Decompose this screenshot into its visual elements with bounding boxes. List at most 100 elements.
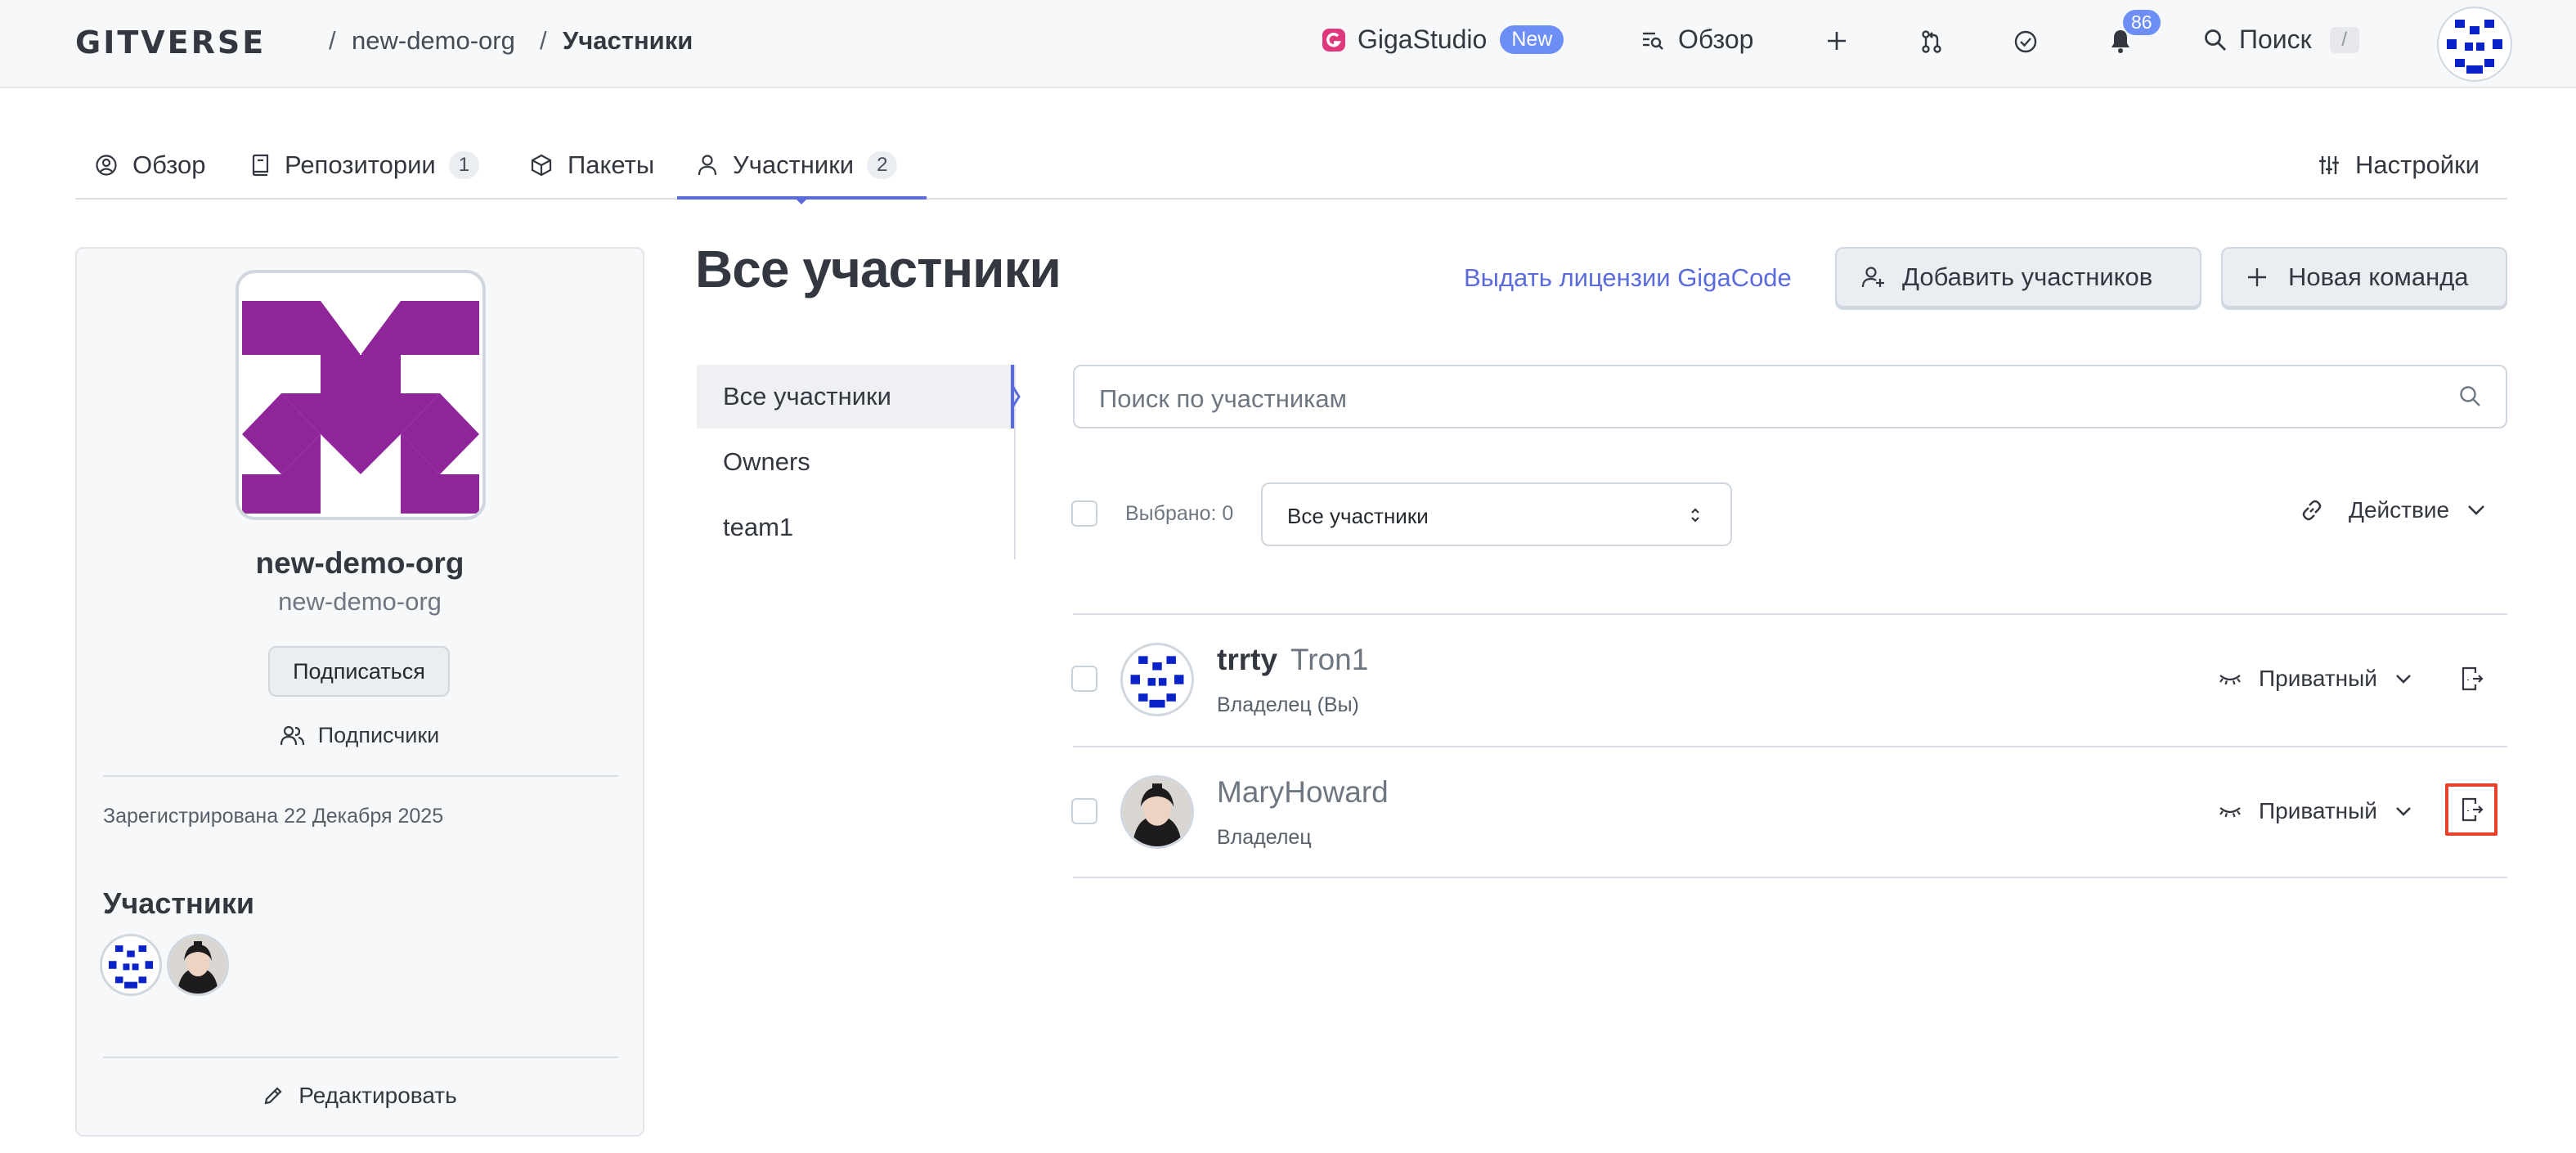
tab-label: Участники <box>733 150 855 179</box>
search-label: Поиск <box>2239 25 2312 54</box>
visibility-label: Приватный <box>2259 798 2377 823</box>
new-team-button[interactable]: Новая команда <box>2221 247 2507 307</box>
visibility-dropdown[interactable]: Приватный <box>2218 666 2412 692</box>
gigastudio-link[interactable]: GigaStudio New <box>1322 25 1564 55</box>
member-login[interactable]: MaryHoward <box>1217 775 1389 809</box>
overview-label: Обзор <box>1678 25 1754 54</box>
plus-icon[interactable] <box>1825 29 1848 52</box>
tab-label: Обзор <box>132 150 206 179</box>
member-name[interactable]: MaryHoward <box>1217 775 1389 810</box>
divider <box>103 775 618 777</box>
package-icon <box>530 154 553 177</box>
member-search-input[interactable]: Поиск по участникам <box>1073 365 2507 428</box>
search-button[interactable]: Поиск / <box>2203 25 2359 55</box>
notifications-count: 86 <box>2123 10 2161 35</box>
action-dropdown[interactable]: Действие <box>2300 497 2485 523</box>
breadcrumb-separator: / <box>329 26 336 55</box>
visibility-dropdown[interactable]: Приватный <box>2218 798 2412 824</box>
repo-count-badge: 1 <box>448 151 480 179</box>
org-avatar <box>236 270 486 520</box>
members-count-badge: 2 <box>867 151 898 179</box>
followers-link[interactable]: Подписчики <box>77 723 643 748</box>
member-avatar[interactable] <box>1120 643 1194 716</box>
gigastudio-icon <box>1322 28 1346 52</box>
filter-value: Все участники <box>1287 504 1429 528</box>
overview-link[interactable]: Обзор <box>1640 25 1753 55</box>
visibility-label: Приватный <box>2259 666 2377 691</box>
member-role: Владелец <box>1217 826 1312 849</box>
edit-label: Редактировать <box>298 1083 457 1108</box>
subnav-caret <box>1011 385 1021 408</box>
tab-settings[interactable]: Настройки <box>2318 150 2480 180</box>
tab-repositories[interactable]: Репозитории 1 <box>250 150 480 180</box>
check-circle-icon[interactable] <box>2013 29 2038 54</box>
new-badge: New <box>1500 25 1564 54</box>
top-bar: GITVERSE / new-demo-org / Участники Giga… <box>0 0 2576 88</box>
member-name[interactable]: trrty Tron1 <box>1217 643 1368 677</box>
new-team-label: Новая команда <box>2288 262 2469 291</box>
action-label: Действие <box>2349 497 2450 523</box>
link-icon <box>2300 498 2324 523</box>
leave-org-button[interactable] <box>2445 653 2497 705</box>
plus-icon <box>2247 267 2267 287</box>
member-full-name: Tron1 <box>1290 643 1369 676</box>
breadcrumb-current: Участники <box>563 26 693 55</box>
tab-label: Пакеты <box>568 150 655 179</box>
list-search-icon <box>1640 28 1665 52</box>
subnav-item-all-members[interactable]: Все участники <box>697 365 1014 428</box>
gitverse-logo[interactable]: GITVERSE <box>75 25 266 61</box>
member-role: Владелец (Вы) <box>1217 693 1359 716</box>
sliders-icon <box>2318 154 2340 177</box>
org-profile-card: new-demo-org new-demo-org Подписаться По… <box>75 247 644 1137</box>
member-avatar-maryhoward[interactable] <box>167 934 229 996</box>
registered-date: Зарегистрирована 22 Декабря 2025 <box>103 805 444 828</box>
remove-member-button[interactable] <box>2445 783 2497 836</box>
selected-count: Выбрано: 0 <box>1125 502 1234 525</box>
eye-closed-icon <box>2218 671 2242 687</box>
row-checkbox[interactable] <box>1071 666 1097 692</box>
door-exit-icon <box>2459 796 2484 823</box>
user-avatar[interactable] <box>2437 7 2512 82</box>
row-divider <box>1073 746 2507 747</box>
active-tab-caret <box>793 196 810 204</box>
member-avatar[interactable] <box>1120 775 1194 849</box>
search-icon <box>2458 384 2483 409</box>
divider <box>103 1057 618 1058</box>
members-subnav: Все участники Owners team1 <box>697 365 1016 559</box>
breadcrumb-separator: / <box>540 26 547 55</box>
member-login[interactable]: trrty <box>1217 643 1277 676</box>
gigastudio-label: GigaStudio <box>1358 25 1488 54</box>
add-members-button[interactable]: Добавить участников <box>1835 247 2201 307</box>
row-checkbox[interactable] <box>1071 798 1097 824</box>
user-circle-icon <box>95 154 118 177</box>
member-avatar-trrty[interactable] <box>100 934 162 996</box>
tab-label: Репозитории <box>285 150 436 179</box>
select-all-checkbox[interactable] <box>1071 500 1097 527</box>
pencil-icon <box>263 1085 284 1106</box>
add-members-label: Добавить участников <box>1902 262 2153 291</box>
tab-overview[interactable]: Обзор <box>95 150 206 180</box>
org-tabs: Обзор Репозитории 1 Пакеты Участники 2 Н… <box>75 131 2507 200</box>
door-exit-icon <box>2459 666 2484 692</box>
person-icon <box>697 154 718 177</box>
subnav-item-team1[interactable]: team1 <box>697 496 1014 559</box>
search-icon <box>2203 28 2228 52</box>
member-filter-select[interactable]: Все участники <box>1261 482 1732 546</box>
book-icon <box>250 154 270 177</box>
subnav-item-owners[interactable]: Owners <box>697 430 1014 494</box>
chevron-down-icon <box>2395 806 2412 816</box>
subscribe-button[interactable]: Подписаться <box>268 646 450 697</box>
gigacode-license-link[interactable]: Выдать лицензии GigaCode <box>1464 263 1792 293</box>
tab-packages[interactable]: Пакеты <box>530 150 654 180</box>
org-name: new-demo-org <box>255 546 464 580</box>
search-shortcut: / <box>2329 26 2359 53</box>
pull-request-icon[interactable] <box>1920 29 1943 54</box>
breadcrumb-org[interactable]: new-demo-org <box>352 26 515 56</box>
edit-profile-link[interactable]: Редактировать <box>77 1083 643 1109</box>
tab-members[interactable]: Участники 2 <box>697 150 898 180</box>
members-heading: Участники <box>103 886 254 920</box>
tab-label: Настройки <box>2355 150 2480 179</box>
page-title: Все участники <box>695 240 1061 298</box>
org-slug: new-demo-org <box>278 587 442 616</box>
eye-closed-icon <box>2218 803 2242 819</box>
